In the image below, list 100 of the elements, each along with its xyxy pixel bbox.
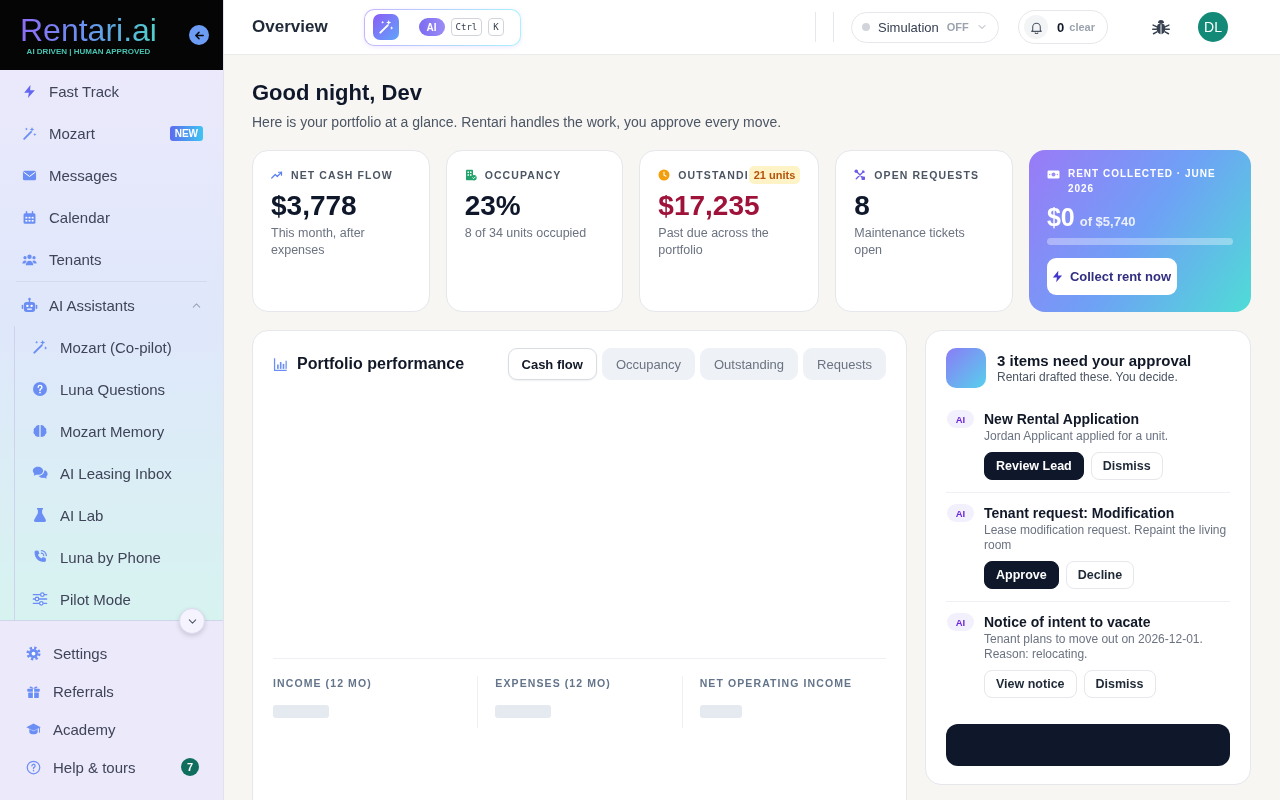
stat-value: 23% xyxy=(464,190,522,222)
summary-label: NET OPERATING INCOME xyxy=(699,676,854,690)
rent-label: RENT COLLECTED · JUNE 2026 xyxy=(1067,167,1217,196)
approval-title: New Rental Application xyxy=(984,410,1141,428)
stat-value: 8 xyxy=(854,190,871,222)
new-badge: NEW xyxy=(169,125,203,141)
units-badge: 21 units xyxy=(748,166,801,184)
trend-up-icon xyxy=(271,169,283,181)
keyboard-key: K xyxy=(488,18,504,36)
nav-item[interactable]: Settings xyxy=(20,637,114,669)
approval-action-button[interactable]: View notice xyxy=(984,670,1077,698)
stat-label: OCCUPANCY xyxy=(484,169,562,181)
summary-label: EXPENSES (12 MO) xyxy=(495,676,612,690)
greeting-heading: Good night, Dev xyxy=(252,80,423,106)
rent-total: of $5,740 xyxy=(1079,214,1136,229)
bug-icon[interactable] xyxy=(1152,18,1170,36)
stat-note: Maintenance tickets open xyxy=(854,225,966,259)
question-mark-icon xyxy=(32,381,48,397)
keyboard-key: Ctrl xyxy=(450,18,483,36)
approval-description: Lease modification request. Repaint the living room xyxy=(984,523,1228,553)
collect-rent-button[interactable]: Collect rent now xyxy=(1046,258,1178,295)
building-check-icon xyxy=(464,169,477,181)
nav-item[interactable]: Referrals xyxy=(20,675,120,707)
brain-icon xyxy=(32,423,48,439)
phone-icon xyxy=(32,549,48,565)
rent-amount: $0 xyxy=(1046,203,1075,231)
nav-item[interactable]: Luna by Phone xyxy=(26,541,167,573)
gift-icon xyxy=(26,683,41,699)
approval-action-button[interactable]: Approve xyxy=(984,561,1059,589)
nav-item[interactable]: Calendar xyxy=(16,201,116,233)
approvals-subtitle: Rentari drafted these. You decide. xyxy=(997,370,1179,384)
panel-title: Portfolio performance xyxy=(297,355,465,373)
nav-item[interactable]: Mozart Memory xyxy=(26,415,171,447)
chat-bubbles-icon xyxy=(32,465,48,481)
approval-description: Jordan Applicant applied for a unit. xyxy=(984,429,1170,444)
approval-action-button[interactable]: Decline xyxy=(1065,561,1135,589)
stat-label: OPEN REQUESTS xyxy=(874,169,979,181)
notifications-button[interactable]: 0 clear xyxy=(1018,10,1108,44)
page-title: Overview xyxy=(252,17,328,37)
stat-value: $17,235 xyxy=(658,190,761,222)
simulation-toggle[interactable]: Simulation OFF xyxy=(851,11,1000,43)
ai-tag: AI xyxy=(947,613,974,631)
nav-item[interactable]: Help & tours xyxy=(20,751,142,783)
nav-group-toggle[interactable]: AI Assistants xyxy=(15,289,141,321)
robot-icon xyxy=(21,296,38,314)
greeting-subtitle: Here is your portfolio at a glance. Rentari handles the work, you approve every move. xyxy=(252,113,783,131)
approval-action-button[interactable]: Dismiss xyxy=(1090,452,1163,480)
tab[interactable]: Requests xyxy=(803,348,886,380)
flask-icon xyxy=(32,507,48,523)
chevron-down-icon xyxy=(976,22,987,32)
help-icon xyxy=(26,759,41,775)
magic-wand-icon xyxy=(32,339,48,355)
bell-icon xyxy=(1024,15,1049,39)
tab[interactable]: Outstanding xyxy=(699,348,799,380)
stat-note: Past due across the portfolio xyxy=(658,225,770,259)
approval-action-button[interactable]: Dismiss xyxy=(1083,670,1156,698)
stat-label: NET CASH FLOW xyxy=(291,169,393,181)
ai-tag: AI xyxy=(947,504,974,522)
stat-note: 8 of 34 units occupied xyxy=(464,225,588,242)
approval-title: Tenant request: Modification xyxy=(984,504,1176,522)
ai-tag: AI xyxy=(947,410,974,428)
arrow-left-icon xyxy=(193,29,205,41)
nav-item[interactable]: Mozart (Co-pilot) xyxy=(26,331,178,363)
app-tile-icon xyxy=(946,348,986,388)
logo-tagline: AI DRIVEN | HUMAN APPROVED xyxy=(26,46,151,57)
lightning-bolt-icon xyxy=(22,83,37,99)
clock-icon xyxy=(658,169,671,181)
graduation-cap-icon xyxy=(26,721,41,737)
nav-item[interactable]: AI Leasing Inbox xyxy=(26,457,178,489)
summary-label: INCOME (12 MO) xyxy=(273,676,373,690)
collapse-sidebar-button[interactable] xyxy=(189,25,209,45)
approvals-title: 3 items need your approval xyxy=(997,352,1192,370)
tab[interactable]: Occupancy xyxy=(601,348,695,380)
tools-icon xyxy=(854,169,867,181)
stat-value: $3,778 xyxy=(271,190,358,222)
nav-item[interactable]: Pilot Mode xyxy=(26,583,137,615)
nav-item[interactable]: Tenants xyxy=(16,243,108,275)
stat-label: OUTSTANDI xyxy=(678,169,749,181)
lightning-bolt-icon xyxy=(1050,270,1064,283)
nav-item[interactable]: Mozart xyxy=(16,117,101,149)
calendar-icon xyxy=(22,209,37,225)
banknote-icon xyxy=(1046,168,1060,181)
stat-note: This month, after expenses xyxy=(271,225,366,259)
user-avatar[interactable]: DL xyxy=(1198,12,1228,42)
approval-action-button[interactable]: Review Lead xyxy=(984,452,1084,480)
nav-item[interactable]: Messages xyxy=(16,159,124,191)
settings-icon xyxy=(26,645,41,661)
command-bar[interactable]: AI Ctrl K xyxy=(363,8,521,46)
approval-title: Notice of intent to vacate xyxy=(984,613,1152,631)
tab[interactable]: Cash flow xyxy=(507,348,597,380)
bar-chart-icon xyxy=(273,356,288,372)
sliders-icon xyxy=(32,591,48,607)
nav-item[interactable]: Fast Track xyxy=(16,75,125,107)
magic-wand-icon xyxy=(22,125,37,141)
nav-item[interactable]: Luna Questions xyxy=(26,373,172,405)
nav-item[interactable]: Academy xyxy=(20,713,122,745)
count-badge: 7 xyxy=(181,758,199,776)
nav-item[interactable]: AI Lab xyxy=(26,499,110,531)
approval-description: Tenant plans to move out on 2026-12-01. Reason: relocating. xyxy=(984,632,1204,662)
magic-wand-icon xyxy=(372,14,399,40)
